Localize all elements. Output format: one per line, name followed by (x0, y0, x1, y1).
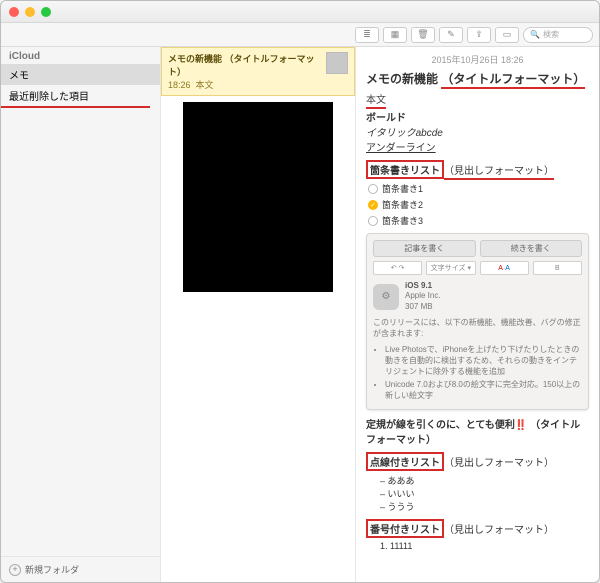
minimize-icon[interactable] (25, 7, 35, 17)
num-item: 1. 11111 (380, 541, 589, 551)
bullet-heading-hl: （見出しフォーマット） (444, 166, 554, 180)
new-folder-button[interactable]: + 新規フォルダ (1, 556, 160, 582)
dash-heading-box: 点線付きリスト (366, 452, 444, 471)
embed-desc: このリリースには、以下の新機能、機能改善、バグの修正が含まれます: (373, 318, 582, 340)
zoom-icon[interactable] (41, 7, 51, 17)
compose-button[interactable]: ✎ (439, 27, 463, 43)
embed-app-name: iOS 9.1 (405, 281, 441, 291)
bullet-heading-box: 箇条書きリスト (366, 160, 444, 179)
embed-list-item: Live Photosで、iPhoneを上げたり下げたりしたときの動きを自動的に… (385, 344, 582, 377)
close-icon[interactable] (9, 7, 19, 17)
ruler-text-a: 定規が線を引くのに、とても便利 (366, 420, 515, 431)
note-title-highlight: （タイトルフォーマット） (441, 72, 585, 89)
view-list-button[interactable]: ≣ (355, 27, 379, 43)
dash-heading-rest: （見出しフォーマット） (444, 458, 554, 469)
note-card-subtitle: 本文 (196, 80, 214, 90)
redacted-block (183, 102, 333, 292)
num-heading-rest: （見出しフォーマット） (444, 525, 554, 536)
undo-icon[interactable]: ↶ ↷ (373, 261, 422, 275)
dash-list: あああ いいい ううう (380, 474, 589, 513)
sidebar-section-icloud: iCloud (1, 47, 160, 64)
note-title: メモの新機能 （タイトルフォーマット） (366, 70, 589, 87)
sidebar-item-label: メモ (9, 71, 29, 82)
search-placeholder: 検索 (543, 29, 559, 40)
checklist: 箇条書き1 箇条書き2 箇条書き3 (368, 182, 589, 227)
radio-icon[interactable] (368, 184, 378, 194)
color-a-icon[interactable]: A·A (480, 261, 529, 275)
note-list: メモの新機能 （タイトルフォーマット） 18:26 本文 (161, 47, 356, 582)
gear-icon: ⚙ (373, 284, 399, 310)
bold-italic-icon[interactable]: B (533, 261, 582, 275)
body: iCloud メモ 最近削除した項目 + 新規フォルダ メモの新機能 （タイトル… (1, 47, 599, 582)
double-exclaim-icon: ‼️ (515, 420, 527, 431)
checklist-item[interactable]: 箇条書き2 (368, 198, 589, 211)
view-grid-button[interactable]: ▦ (383, 27, 407, 43)
dash-heading: 点線付きリスト（見出しフォーマット） (366, 452, 589, 471)
body-honbun: 本文 (366, 91, 386, 109)
plus-icon: + (9, 564, 21, 576)
embed-app-row: ⚙ iOS 9.1 Apple Inc. 307 MB (373, 281, 582, 312)
checklist-item[interactable]: 箇条書き3 (368, 214, 589, 227)
body-italic: イタリックabcde (366, 124, 589, 139)
ruler-paragraph: 定規が線を引くのに、とても便利‼️ （タイトルフォーマット） (366, 416, 589, 446)
new-folder-label: 新規フォルダ (25, 563, 79, 576)
note-card-title: メモの新機能 （タイトルフォーマット） (168, 52, 322, 78)
attach-button[interactable]: ▭ (495, 27, 519, 43)
sidebar-item-recently-deleted[interactable]: 最近削除した項目 (1, 85, 150, 108)
note-card-text: メモの新機能 （タイトルフォーマット） 18:26 本文 (168, 52, 322, 91)
body-underline: アンダーライン (366, 139, 589, 154)
note-card[interactable]: メモの新機能 （タイトルフォーマット） 18:26 本文 (161, 47, 355, 96)
embed-tab-continue[interactable]: 続きを書く (480, 240, 583, 257)
sidebar-item-label: 最近削除した項目 (9, 92, 89, 103)
search-input[interactable]: 🔍 検索 (523, 27, 593, 43)
dash-item: ううう (380, 500, 589, 513)
note-card-thumb (326, 52, 348, 74)
embed-tab-write[interactable]: 記事を書く (373, 240, 476, 257)
num-heading-box: 番号付きリスト (366, 519, 444, 538)
embed-toolbar: ↶ ↷ 文字サイズ ▾ A·A B (373, 261, 582, 275)
checklist-label: 箇条書き2 (382, 198, 423, 211)
embed-app-vendor: Apple Inc. (405, 291, 441, 301)
toolbar: ≣ ▦ 🗑 ✎ ⇪ ▭ 🔍 検索 (1, 23, 599, 47)
note-card-time: 18:26 (168, 80, 191, 90)
note-content[interactable]: 2015年10月26日 18:26 メモの新機能 （タイトルフォーマット） 本文… (356, 47, 599, 582)
dash-item: いいい (380, 487, 589, 500)
radio-checked-icon[interactable] (368, 200, 378, 210)
embed-app-size: 307 MB (405, 302, 441, 312)
bullet-heading: 箇条書きリスト（見出しフォーマット） (366, 160, 589, 179)
share-button[interactable]: ⇪ (467, 27, 491, 43)
trash-button[interactable]: 🗑 (411, 27, 435, 43)
fontsize-select[interactable]: 文字サイズ ▾ (426, 261, 475, 275)
embed-tabs: 記事を書く 続きを書く (373, 240, 582, 257)
num-heading: 番号付きリスト（見出しフォーマット） (366, 519, 589, 538)
checklist-item[interactable]: 箇条書き1 (368, 182, 589, 195)
body-bold: ボールド (366, 109, 589, 124)
sidebar: iCloud メモ 最近削除した項目 + 新規フォルダ (1, 47, 161, 582)
traffic-lights (9, 7, 51, 17)
embed-list-item: Unicode 7.0および8.0の絵文字に完全対応。150以上の新しい絵文字 (385, 379, 582, 401)
embed-list: Live Photosで、iPhoneを上げたり下げたりしたときの動きを自動的に… (385, 344, 582, 401)
note-card-meta: 18:26 本文 (168, 78, 322, 91)
embed-app-meta: iOS 9.1 Apple Inc. 307 MB (405, 281, 441, 312)
sidebar-spacer (1, 108, 160, 556)
notes-window: ≣ ▦ 🗑 ✎ ⇪ ▭ 🔍 検索 iCloud メモ 最近削除した項目 + 新規… (0, 0, 600, 583)
note-title-plain: メモの新機能 (366, 72, 441, 86)
search-icon: 🔍 (530, 30, 540, 39)
dash-item: あああ (380, 474, 589, 487)
numbered-list: 1. 11111 (380, 541, 589, 551)
note-date: 2015年10月26日 18:26 (366, 53, 589, 66)
titlebar (1, 1, 599, 23)
radio-icon[interactable] (368, 216, 378, 226)
checklist-label: 箇条書き1 (382, 182, 423, 195)
embedded-screenshot: 記事を書く 続きを書く ↶ ↷ 文字サイズ ▾ A·A B ⚙ iOS 9.1 … (366, 233, 589, 410)
checklist-label: 箇条書き3 (382, 214, 423, 227)
sidebar-item-notes[interactable]: メモ (1, 64, 160, 85)
